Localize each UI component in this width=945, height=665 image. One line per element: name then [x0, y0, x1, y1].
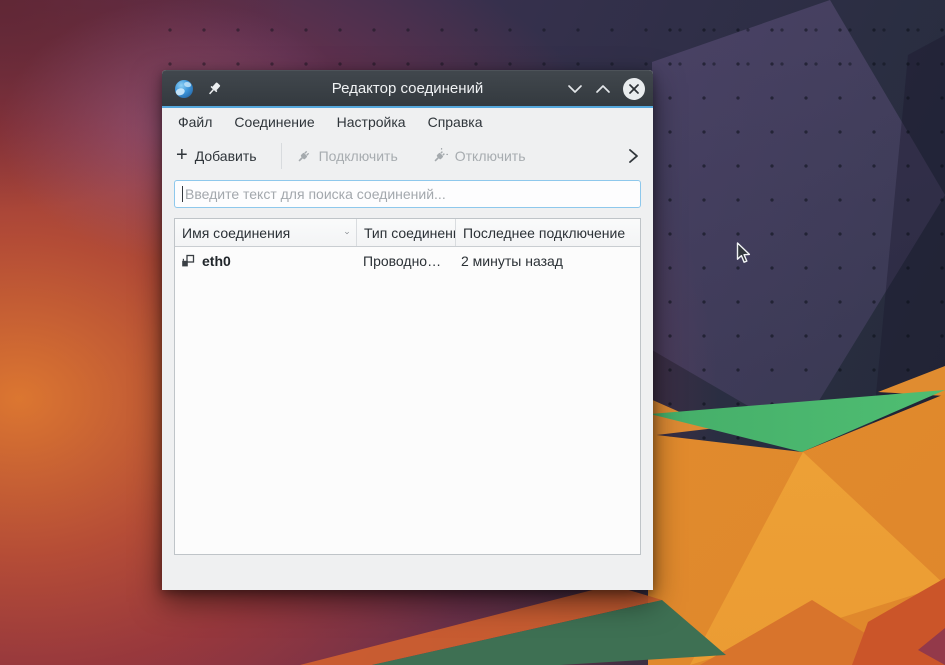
disconnect-button[interactable]: Отключить — [432, 148, 526, 164]
maximize-button[interactable] — [595, 84, 611, 94]
table-header: Имя соединения Тип соединения Последнее … — [175, 219, 640, 247]
connection-name: eth0 — [202, 253, 231, 269]
menu-help[interactable]: Справка — [428, 114, 483, 130]
column-header-name[interactable]: Имя соединения — [175, 219, 357, 246]
toolbar-overflow-button[interactable] — [628, 148, 639, 164]
minimize-button[interactable] — [567, 84, 583, 94]
mouse-cursor — [736, 242, 751, 264]
wallpaper-dot-grid — [650, 0, 945, 450]
menubar: Файл Соединение Настройка Справка — [162, 108, 653, 136]
menu-connection[interactable]: Соединение — [234, 114, 314, 130]
toolbar: + Добавить Подключить — [162, 136, 653, 176]
column-header-last-used[interactable]: Последнее подключение — [456, 219, 640, 246]
plug-connect-icon — [296, 148, 312, 164]
close-icon — [629, 84, 639, 94]
toolbar-separator — [281, 143, 282, 169]
search-placeholder: Введите текст для поиска соединений... — [185, 186, 446, 202]
titlebar[interactable]: Редактор соединений — [162, 70, 653, 106]
chevron-right-icon — [628, 148, 639, 164]
add-button[interactable]: + Добавить — [176, 147, 257, 165]
text-caret — [182, 186, 183, 202]
connections-list: Имя соединения Тип соединения Последнее … — [174, 218, 641, 555]
sort-chevron-down-icon — [339, 230, 349, 236]
menu-settings[interactable]: Настройка — [337, 114, 406, 130]
network-wired-icon — [181, 254, 195, 268]
column-header-type[interactable]: Тип соединения — [357, 219, 456, 246]
plus-icon: + — [176, 145, 188, 165]
table-row-eth0[interactable]: eth0 Проводно… 2 минуты назад — [175, 247, 640, 274]
desktop: Редактор соединений Файл Соединение — [0, 0, 945, 665]
search-input[interactable]: Введите текст для поиска соединений... — [174, 180, 641, 208]
connection-last-used: 2 минуты назад — [456, 253, 640, 269]
connection-type: Проводно… — [357, 253, 456, 269]
connection-editor-window: Редактор соединений Файл Соединение — [162, 70, 653, 590]
globe-network-icon — [174, 79, 194, 99]
menu-file[interactable]: Файл — [178, 114, 212, 130]
pin-icon[interactable] — [206, 81, 222, 97]
plug-disconnect-icon — [432, 148, 448, 164]
close-button[interactable] — [623, 78, 645, 100]
connect-button[interactable]: Подключить — [296, 148, 398, 164]
